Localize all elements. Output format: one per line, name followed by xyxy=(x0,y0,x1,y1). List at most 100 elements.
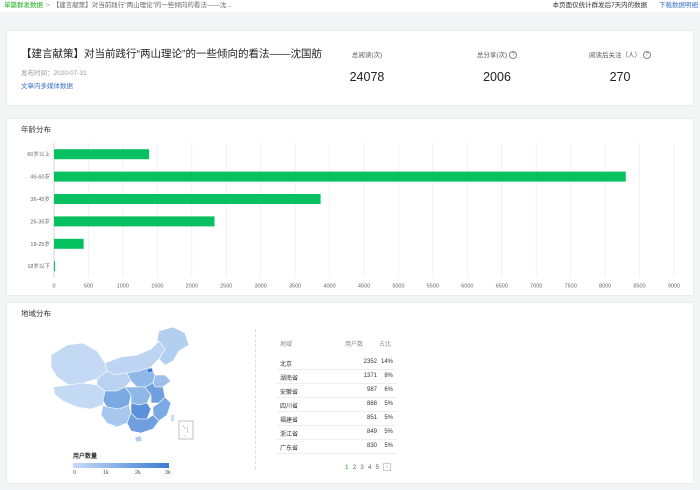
stat-total-reads: 总阅读(次) 24078 xyxy=(317,49,417,84)
region-name: 安徽省 xyxy=(280,390,299,396)
column-header: 地域 xyxy=(280,342,293,348)
x-tick-label: 1500 xyxy=(151,283,163,289)
map-region-shandong xyxy=(152,374,172,388)
region-name: 福建省 xyxy=(280,418,299,424)
breadcrumb-root-link[interactable]: 单篇群发数据 xyxy=(4,2,43,9)
user-count: 1371 xyxy=(363,373,377,379)
download-details-link[interactable]: 下载数据明细 xyxy=(659,2,698,9)
region-table: 地域 用户数 占比 北京 2352 14% 湖南省 1371 8% 安徽省 987 6% 四川省 8… xyxy=(277,339,405,457)
x-tick-label: 5500 xyxy=(427,283,439,289)
x-tick-label: 8500 xyxy=(633,283,645,289)
x-tick-label: 4500 xyxy=(358,283,370,289)
y-tick-label: 60岁以上 xyxy=(27,150,50,158)
age-bar[interactable] xyxy=(54,149,150,160)
region-name: 湖南省 xyxy=(280,376,299,382)
user-count: 849 xyxy=(366,429,377,435)
age-distribution-card: 年龄分布 0 500 1000 1500 2000 2500 3000 3500 4000 450… xyxy=(6,118,694,296)
table-row: 北京 2352 14% xyxy=(277,359,405,373)
user-share: 5% xyxy=(384,443,393,449)
user-count: 851 xyxy=(366,415,377,421)
map-region-southwest xyxy=(100,404,132,428)
map-south-sea-inset xyxy=(178,420,194,440)
page-link[interactable]: 3 xyxy=(360,464,364,471)
row-divider xyxy=(277,425,397,426)
stat-value: 2006 xyxy=(483,70,511,85)
map-legend-tick: 0 xyxy=(73,470,77,476)
stat-label: 总阅读(次) xyxy=(351,52,383,59)
x-tick-label: 2500 xyxy=(220,283,232,289)
row-divider xyxy=(277,397,397,398)
user-share: 5% xyxy=(384,401,393,407)
y-tick-label: 46-60岁 xyxy=(30,173,50,181)
stat-follows-after-reading: 阅读后关注（人）? 270 xyxy=(570,49,670,84)
article-summary-card: 【建言献策】对当前践行“两山理论”的一些倾向的看法——沈国舫 发布时间：2020… xyxy=(6,30,694,106)
row-divider xyxy=(277,383,397,384)
table-row: 广东省 830 5% xyxy=(277,443,405,457)
x-tick-label: 8000 xyxy=(599,283,611,289)
table-row: 浙江省 849 5% xyxy=(277,429,405,443)
next-page-button[interactable]: › xyxy=(383,463,392,471)
x-tick-label: 7000 xyxy=(530,283,542,289)
map-legend-tick: 3k xyxy=(165,470,171,476)
y-tick-label: 18-25岁 xyxy=(30,240,50,248)
column-header: 占比 xyxy=(379,342,392,348)
page-link[interactable]: 1 xyxy=(345,464,349,471)
user-share: 6% xyxy=(384,387,393,393)
help-icon[interactable]: ? xyxy=(643,51,651,60)
map-region-taiwan xyxy=(170,413,175,423)
age-bar[interactable] xyxy=(54,216,215,227)
user-count: 2352 xyxy=(363,359,377,365)
article-title: 【建言献策】对当前践行“两山理论”的一些倾向的看法——沈国舫 xyxy=(21,48,322,60)
map-legend-gradient[interactable] xyxy=(73,463,169,468)
row-divider xyxy=(277,453,397,454)
x-tick-label: 6000 xyxy=(461,283,473,289)
section-divider xyxy=(255,329,256,469)
section-title: 地域分布 xyxy=(21,309,51,318)
user-count: 987 xyxy=(366,387,377,393)
age-bar[interactable] xyxy=(54,194,321,204)
row-divider xyxy=(277,411,397,412)
x-tick-label: 0 xyxy=(52,283,55,289)
region-name: 四川省 xyxy=(280,404,299,410)
help-icon[interactable]: ? xyxy=(509,51,518,60)
x-tick-label: 500 xyxy=(84,283,93,289)
x-tick-label: 6500 xyxy=(496,283,508,289)
publish-date: 发布时间：2020-07-31 xyxy=(21,70,87,77)
map-region-tibet xyxy=(52,382,106,410)
user-share: 8% xyxy=(384,373,393,379)
stat-total-shares: 总分享(次)? 2006 xyxy=(447,49,547,84)
table-row: 福建省 851 5% xyxy=(277,415,405,429)
map-legend: 用户数量 0 1k 2k 3k xyxy=(73,451,173,478)
map-legend-tick: 2k xyxy=(135,470,141,476)
map-region-hainan xyxy=(134,435,143,443)
china-map[interactable] xyxy=(47,325,207,450)
region-name: 北京 xyxy=(280,362,293,368)
breadcrumb: 单篇群发数据 > 【建言献策】对当前践行"两山理论"的一些倾向的看法——沈... xyxy=(4,0,232,12)
x-tick-label: 7500 xyxy=(565,283,577,289)
stat-label: 阅读后关注（人） xyxy=(589,52,641,59)
page-link[interactable]: 5 xyxy=(376,464,380,471)
pagination: 1 2 3 4 5 › xyxy=(345,463,395,471)
user-count: 868 xyxy=(366,401,377,407)
age-bar[interactable] xyxy=(54,171,626,182)
x-tick-label: 2000 xyxy=(186,283,198,289)
y-tick-label: 26-35岁 xyxy=(30,217,50,225)
stat-value: 270 xyxy=(609,70,631,85)
retention-note: 本页面仅统计群发后7天内的数据 xyxy=(552,2,648,9)
stat-value: 24078 xyxy=(349,70,385,84)
map-region-inner-mongolia xyxy=(104,340,166,376)
map-legend-tick: 1k xyxy=(103,470,109,476)
table-row: 四川省 868 5% xyxy=(277,401,405,415)
page-link[interactable]: 2 xyxy=(353,464,357,471)
table-row: 湖南省 1371 8% xyxy=(277,373,405,387)
age-bar[interactable] xyxy=(54,238,84,249)
page-link[interactable]: 4 xyxy=(368,464,372,471)
map-legend-title: 用户数量 xyxy=(73,454,98,460)
age-bar[interactable] xyxy=(54,261,56,272)
user-count: 830 xyxy=(366,443,377,449)
media-data-link[interactable]: 文章内多媒体数据 xyxy=(21,80,73,90)
top-bar: 单篇群发数据 > 【建言献策】对当前践行"两山理论"的一些倾向的看法——沈... 本… xyxy=(0,0,700,12)
region-name: 浙江省 xyxy=(280,432,299,438)
column-header: 用户数 xyxy=(345,342,364,348)
y-tick-label: 18岁以下 xyxy=(27,262,50,270)
